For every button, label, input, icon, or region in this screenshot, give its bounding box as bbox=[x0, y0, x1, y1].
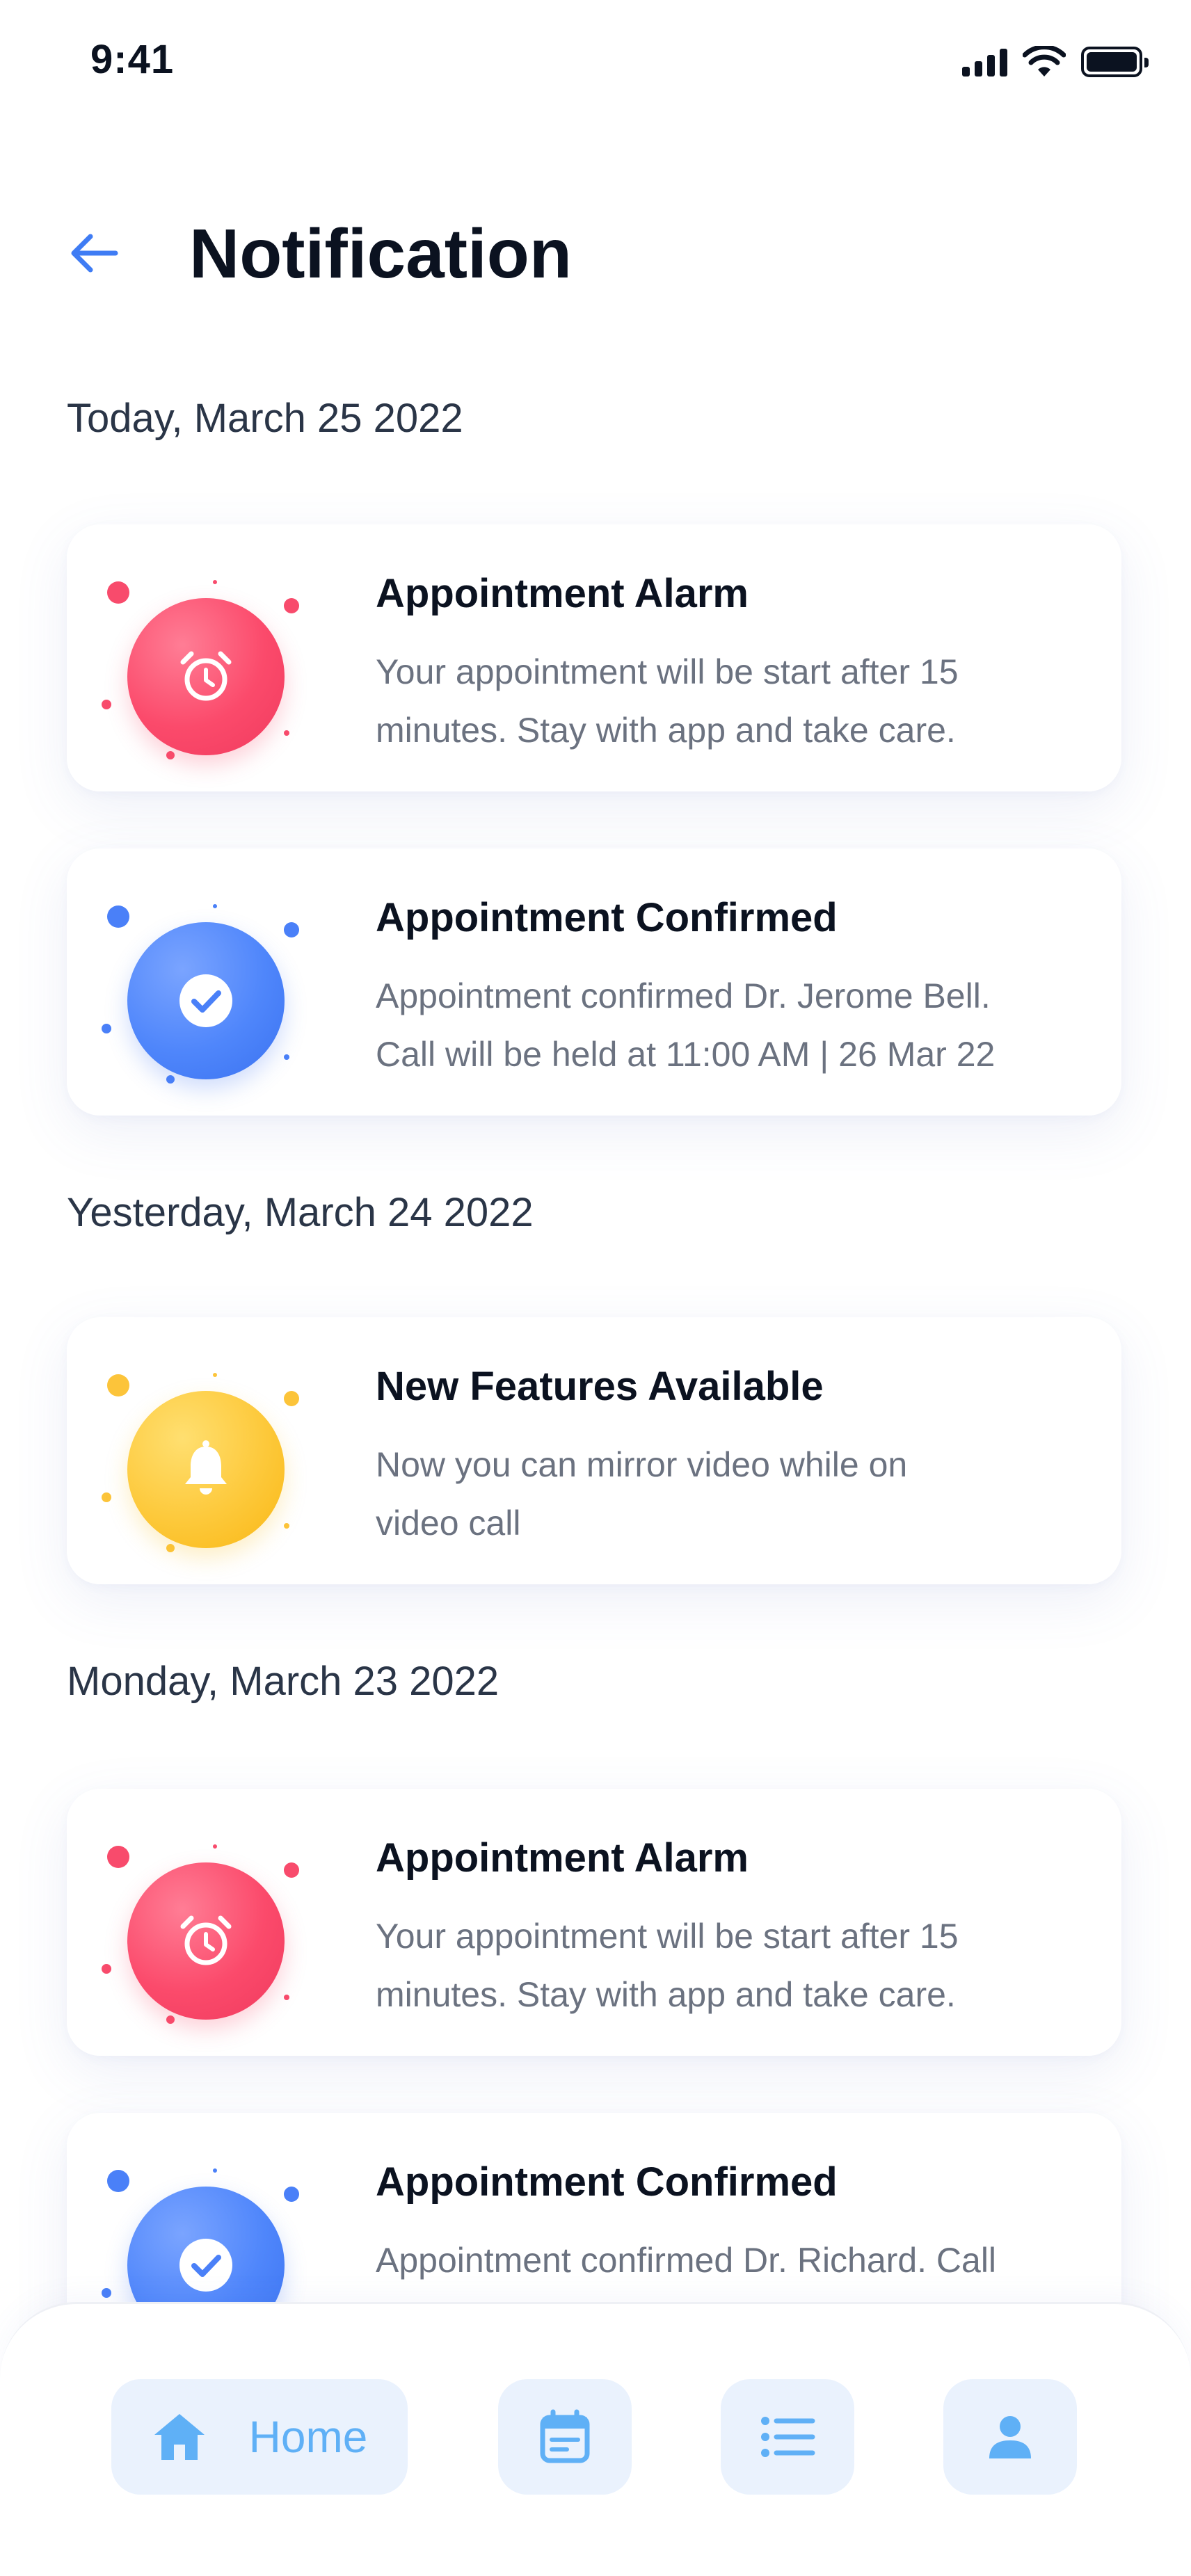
notification-icon bbox=[95, 1345, 317, 1568]
home-icon bbox=[154, 2414, 205, 2460]
notification-description: Your appointment will be start after 15 … bbox=[376, 1917, 959, 2014]
notification-title: Appointment Confirmed bbox=[376, 895, 838, 940]
notification-card-appointment-alarm[interactable]: Appointment Alarm Your appointment will … bbox=[67, 1789, 1121, 2056]
list-icon bbox=[761, 2417, 815, 2457]
alarm-clock-icon bbox=[127, 598, 285, 755]
notification-description: Your appointment will be start after 15 … bbox=[376, 652, 959, 750]
nav-list-button[interactable] bbox=[721, 2379, 854, 2495]
notification-card-new-features[interactable]: New Features Available Now you can mirro… bbox=[67, 1317, 1121, 1584]
notification-title: Appointment Confirmed bbox=[376, 2159, 838, 2205]
alarm-clock-icon bbox=[127, 1862, 285, 2020]
wifi-icon bbox=[1023, 46, 1066, 77]
section-date-today: Today, March 25 2022 bbox=[67, 396, 463, 441]
nav-home-button[interactable]: Home bbox=[111, 2379, 408, 2495]
notification-title: Appointment Alarm bbox=[376, 1835, 749, 1881]
arrow-left-icon bbox=[71, 234, 118, 273]
notification-card-appointment-confirmed[interactable]: Appointment Confirmed Appointment confir… bbox=[67, 848, 1121, 1116]
status-icons bbox=[962, 46, 1149, 78]
page-title: Notification bbox=[189, 215, 572, 293]
nav-home-label: Home bbox=[248, 2412, 368, 2462]
notification-title: Appointment Alarm bbox=[376, 571, 749, 616]
notification-icon bbox=[95, 1817, 317, 2039]
back-button[interactable] bbox=[67, 227, 129, 280]
notification-card-appointment-alarm[interactable]: Appointment Alarm Your appointment will … bbox=[67, 524, 1121, 791]
bottom-nav: Home bbox=[0, 2302, 1191, 2576]
notification-icon bbox=[95, 876, 317, 1099]
section-date-yesterday: Yesterday, March 24 2022 bbox=[67, 1190, 534, 1235]
cellular-signal-icon bbox=[962, 47, 1007, 77]
nav-profile-button[interactable] bbox=[943, 2379, 1077, 2495]
check-circle-icon bbox=[127, 922, 285, 1079]
notification-description: Now you can mirror video while on video … bbox=[376, 1445, 908, 1543]
notification-description: Appointment confirmed Dr. Jerome Bell. C… bbox=[376, 976, 996, 1074]
nav-calendar-button[interactable] bbox=[498, 2379, 632, 2495]
bell-icon bbox=[127, 1391, 285, 1548]
profile-icon bbox=[989, 2416, 1031, 2458]
section-date-monday: Monday, March 23 2022 bbox=[67, 1659, 499, 1704]
calendar-icon bbox=[540, 2409, 590, 2463]
status-bar: 9:41 bbox=[0, 0, 1191, 125]
notification-icon bbox=[95, 552, 317, 775]
status-time: 9:41 bbox=[90, 37, 175, 82]
battery-icon bbox=[1081, 47, 1149, 77]
notification-title: New Features Available bbox=[376, 1364, 824, 1409]
